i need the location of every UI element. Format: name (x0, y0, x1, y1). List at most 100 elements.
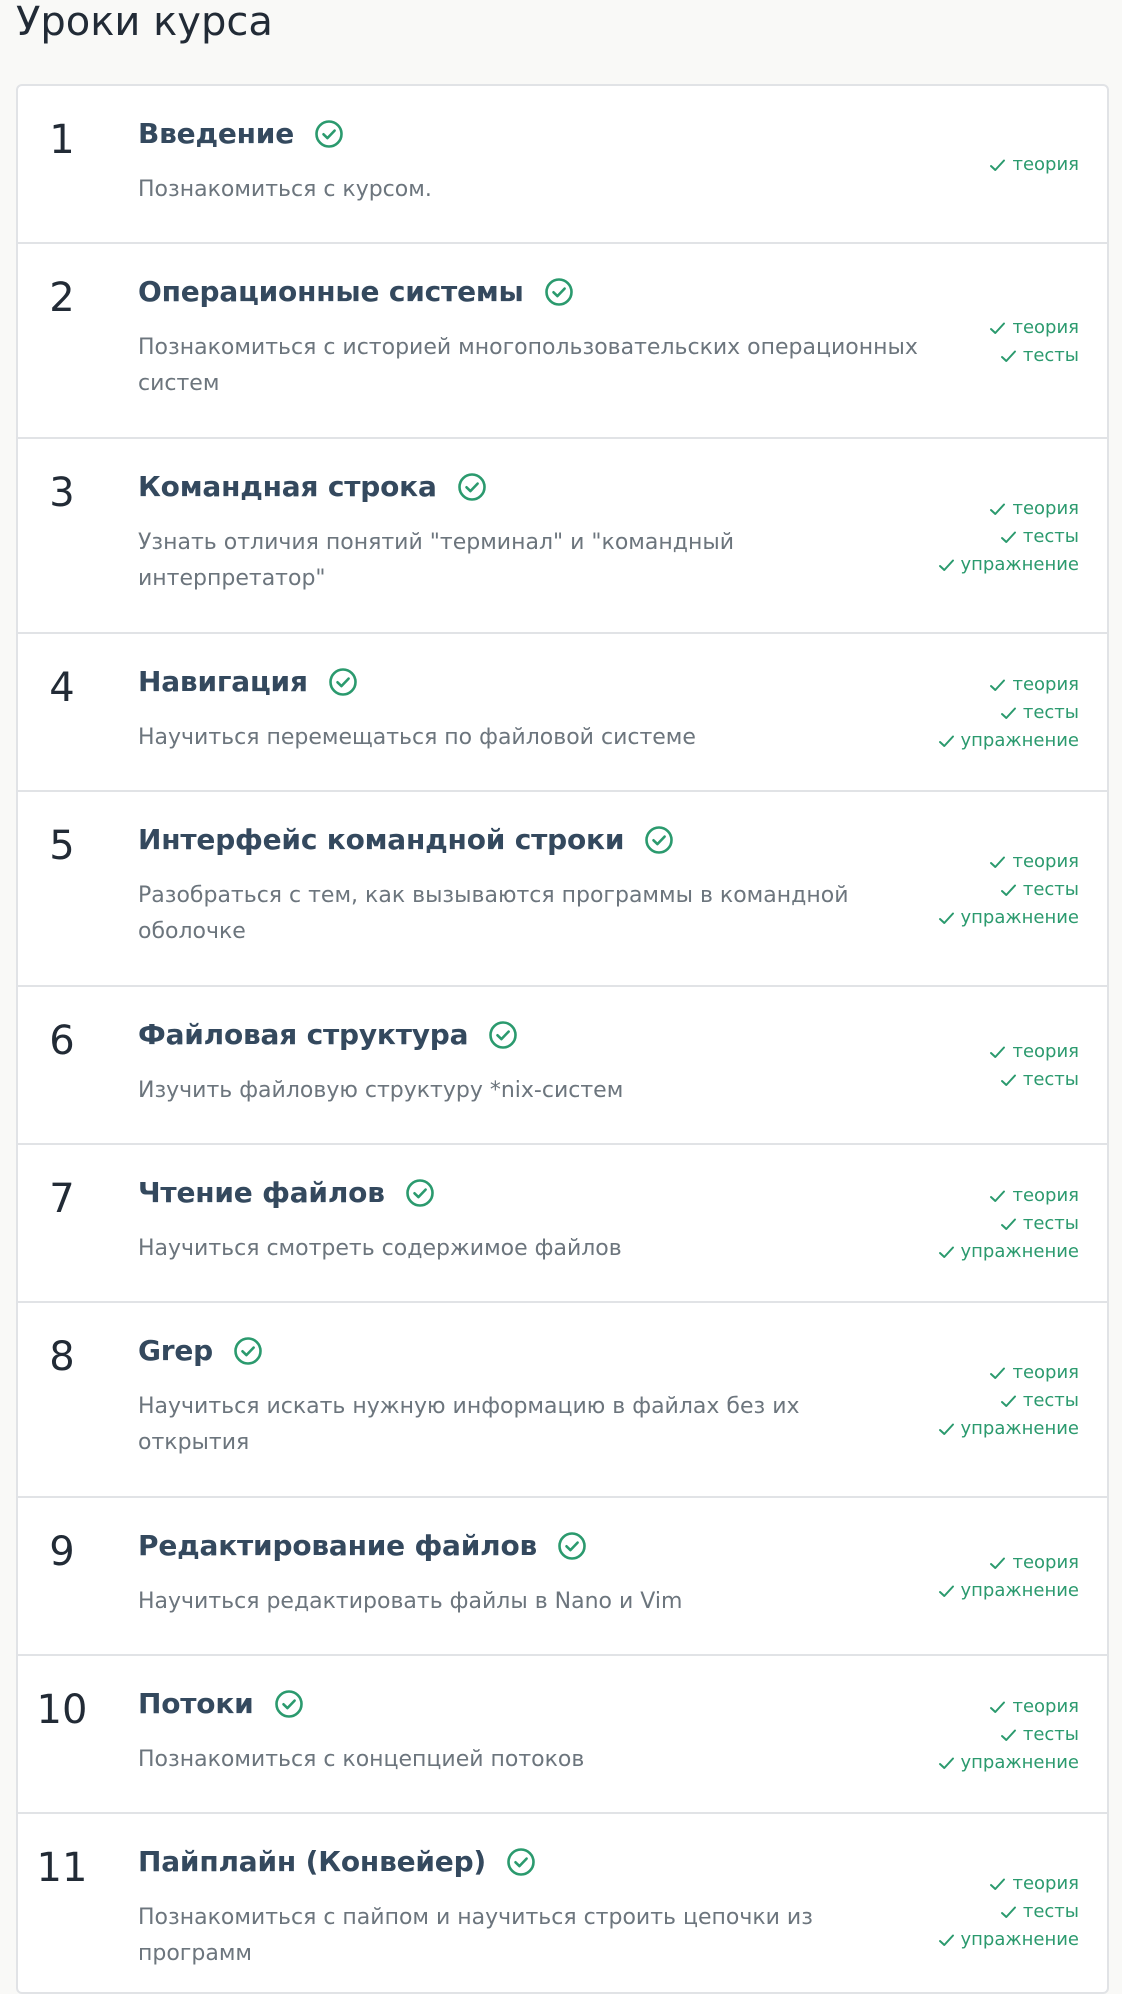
progress-label: упражнение (960, 554, 1079, 575)
progress-item: тесты (1000, 1066, 1079, 1094)
check-icon (1000, 1906, 1016, 1918)
progress-item: тесты (1000, 1387, 1079, 1415)
lesson-number: 11 (36, 1845, 88, 1891)
lesson-description: Изучить файловую структуру *nix-систем (138, 1078, 624, 1103)
progress-label: тесты (1022, 1390, 1079, 1411)
check-icon (1000, 1395, 1016, 1407)
lesson-title-row: Файловая структура (138, 1015, 518, 1055)
progress-label: тесты (1022, 1069, 1079, 1090)
lesson-item[interactable]: 5 Интерфейс командной строки Разобраться… (18, 792, 1107, 987)
progress-label: теория (1012, 1185, 1079, 1206)
lesson-number: 7 (49, 1176, 75, 1222)
lesson-number: 1 (49, 117, 75, 163)
lesson-item[interactable]: 1 Введение Познакомиться с курсом. теори… (18, 86, 1107, 244)
lesson-progress: теория тесты упражнение (938, 495, 1079, 579)
progress-label: тесты (1022, 1213, 1079, 1234)
progress-item: теория (989, 1182, 1079, 1210)
lesson-item[interactable]: 11 Пайплайн (Конвейер) Познакомиться с п… (18, 1814, 1107, 1992)
lesson-progress: теория тесты упражнение (938, 1870, 1079, 1954)
check-circle-icon (405, 1179, 434, 1207)
progress-label: упражнение (960, 907, 1079, 928)
check-circle-icon (645, 826, 674, 854)
lesson-title[interactable]: Grep (138, 1331, 213, 1371)
progress-label: тесты (1022, 879, 1079, 900)
check-circle-icon (328, 668, 357, 696)
lesson-title-row: Потоки (138, 1684, 304, 1724)
progress-label: теория (1012, 1696, 1079, 1717)
check-icon (1000, 1729, 1016, 1741)
progress-label: теория (1012, 1873, 1079, 1894)
lesson-description: Научиться искать нужную информацию в фай… (138, 1394, 800, 1455)
lesson-description: Научиться перемещаться по файловой систе… (138, 725, 696, 750)
lesson-title-row: Навигация (138, 662, 358, 702)
check-icon (990, 1878, 1006, 1890)
lesson-number: 9 (49, 1529, 75, 1575)
lesson-title[interactable]: Потоки (138, 1684, 254, 1724)
lesson-description: Научиться смотреть содержимое файлов (138, 1236, 622, 1261)
check-icon (990, 159, 1006, 171)
lesson-title[interactable]: Операционные системы (138, 272, 524, 312)
lesson-number: 8 (49, 1334, 75, 1380)
lesson-description: Познакомиться с концепцией потоков (138, 1747, 585, 1772)
progress-item: тесты (1000, 1721, 1079, 1749)
progress-item: упражнение (938, 1749, 1079, 1777)
progress-label: упражнение (960, 1929, 1079, 1950)
check-circle-icon (457, 473, 486, 501)
check-icon (1000, 707, 1016, 719)
check-icon (938, 735, 954, 747)
lesson-progress: теория тесты упражнение (938, 1693, 1079, 1777)
check-icon (990, 1557, 1006, 1569)
progress-item: тесты (1000, 876, 1079, 904)
lesson-title[interactable]: Командная строка (138, 467, 437, 507)
lesson-title[interactable]: Файловая структура (138, 1015, 469, 1055)
progress-label: упражнение (960, 1580, 1079, 1601)
check-icon (990, 1046, 1006, 1058)
progress-label: тесты (1022, 1901, 1079, 1922)
check-icon (1000, 1074, 1016, 1086)
lesson-item[interactable]: 10 Потоки Познакомиться с концепцией пот… (18, 1656, 1107, 1814)
progress-item: тесты (1000, 1210, 1079, 1238)
check-icon (990, 503, 1006, 515)
lesson-item[interactable]: 7 Чтение файлов Научиться смотреть содер… (18, 1145, 1107, 1303)
check-circle-icon (315, 120, 343, 148)
lesson-progress: теория тесты (989, 314, 1079, 370)
progress-label: теория (1012, 1362, 1079, 1383)
lesson-description: Научиться редактировать файлы в Nano и V… (138, 1589, 683, 1614)
lesson-title[interactable]: Интерфейс командной строки (138, 820, 624, 860)
lesson-title-row: Интерфейс командной строки (138, 820, 674, 860)
check-circle-icon (489, 1021, 518, 1049)
progress-item: упражнение (938, 1415, 1079, 1443)
lesson-item[interactable]: 8 Grep Научиться искать нужную информаци… (18, 1303, 1107, 1498)
progress-label: теория (1012, 1552, 1079, 1573)
lesson-title[interactable]: Введение (138, 114, 294, 154)
lesson-description: Познакомиться с историей многопользовате… (138, 335, 918, 396)
lesson-title[interactable]: Чтение файлов (138, 1173, 385, 1213)
lesson-item[interactable]: 3 Командная строка Узнать отличия поняти… (18, 439, 1107, 634)
check-icon (990, 1701, 1006, 1713)
lesson-title-row: Операционные системы (138, 272, 574, 312)
page-title: Уроки курса (16, 0, 273, 45)
lesson-item[interactable]: 4 Навигация Научиться перемещаться по фа… (18, 634, 1107, 792)
check-circle-icon (274, 1690, 303, 1718)
progress-item: теория (989, 1359, 1079, 1387)
lesson-progress: теория тесты упражнение (938, 848, 1079, 932)
check-icon (938, 912, 954, 924)
lesson-title-row: Чтение файлов (138, 1173, 435, 1213)
check-icon (990, 679, 1006, 691)
progress-label: упражнение (960, 730, 1079, 751)
progress-item: упражнение (938, 551, 1079, 579)
lesson-progress: теория упражнение (938, 1549, 1079, 1605)
lesson-item[interactable]: 6 Файловая структура Изучить файловую ст… (18, 987, 1107, 1145)
progress-item: тесты (1000, 699, 1079, 727)
lesson-item[interactable]: 2 Операционные системы Познакомиться с и… (18, 244, 1107, 439)
lesson-title[interactable]: Пайплайн (Конвейер) (138, 1842, 486, 1882)
lesson-title[interactable]: Редактирование файлов (138, 1526, 537, 1566)
progress-item: тесты (1000, 342, 1079, 370)
check-icon (990, 322, 1006, 334)
lesson-progress: теория (989, 151, 1079, 179)
check-icon (1000, 531, 1016, 543)
check-circle-icon (544, 278, 573, 306)
lesson-item[interactable]: 9 Редактирование файлов Научиться редакт… (18, 1498, 1107, 1656)
progress-label: теория (1012, 851, 1079, 872)
lesson-title[interactable]: Навигация (138, 662, 308, 702)
